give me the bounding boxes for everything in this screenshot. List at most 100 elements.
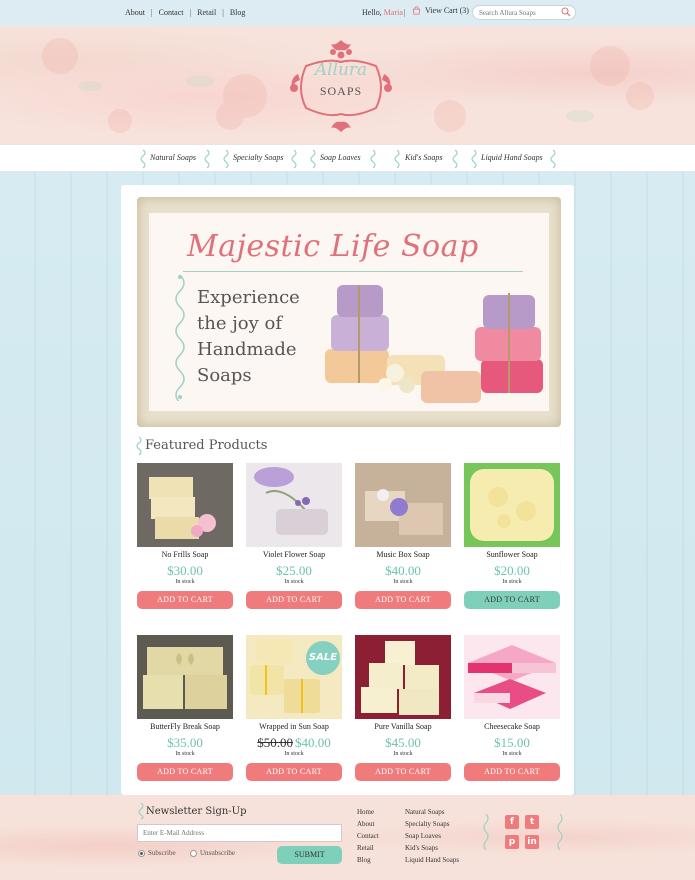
- greeting: Hello, Maria: [362, 8, 403, 17]
- add-to-cart-button[interactable]: ADD TO CART: [464, 763, 560, 781]
- product-price-value: $20.00: [494, 563, 530, 578]
- main-nav: Natural Soaps Specialty Soaps Soap Loave…: [0, 144, 695, 172]
- scroll-ornament-icon: [370, 149, 376, 169]
- top-link-retail[interactable]: Retail: [197, 8, 216, 17]
- add-to-cart-button[interactable]: ADD TO CART: [464, 591, 560, 609]
- product-price: $50.00 $40.00: [246, 735, 342, 750]
- product-price-value: $35.00: [167, 735, 203, 750]
- banner-subtitle-line: Soaps: [197, 365, 252, 386]
- top-link-contact[interactable]: Contact: [159, 8, 184, 17]
- footer-link-contact[interactable]: Contact: [357, 830, 379, 842]
- product-image[interactable]: [464, 463, 560, 547]
- product-price: $15.00: [464, 735, 560, 750]
- subscribe-label: Subscribe: [148, 849, 176, 857]
- logo-text: Allura SOAPS: [288, 38, 394, 134]
- product-image[interactable]: [355, 635, 451, 719]
- unsubscribe-radio[interactable]: Unsubscribe: [190, 849, 235, 857]
- footer-link-about[interactable]: About: [357, 818, 379, 830]
- radio-empty-icon: [190, 849, 197, 857]
- product-image[interactable]: [464, 635, 560, 719]
- shopping-bag-icon: [412, 6, 421, 15]
- product-card: Sunflower Soap $20.00 In stock ADD TO CA…: [464, 463, 560, 609]
- newsletter-title: Newsletter Sign-Up: [146, 806, 247, 817]
- product-price: $45.00: [355, 735, 451, 750]
- footer-link-blog[interactable]: Blog: [357, 854, 379, 866]
- view-cart-link[interactable]: View Cart (3): [412, 6, 469, 15]
- facebook-icon[interactable]: f: [505, 815, 519, 829]
- add-to-cart-button[interactable]: ADD TO CART: [355, 763, 451, 781]
- nav-specialty-soaps[interactable]: Specialty Soaps: [233, 153, 283, 162]
- footer-link-specialty-soaps[interactable]: Specialty Soaps: [405, 818, 459, 830]
- add-to-cart-button[interactable]: ADD TO CART: [246, 763, 342, 781]
- product-name[interactable]: Sunflower Soap: [464, 550, 560, 560]
- add-to-cart-button[interactable]: ADD TO CART: [246, 591, 342, 609]
- view-cart-label: View Cart (3): [425, 6, 469, 15]
- nav-soap-loaves[interactable]: Soap Loaves: [320, 153, 361, 162]
- product-name[interactable]: ButterFly Break Soap: [137, 722, 233, 732]
- banner-paper: Majestic Life Soap Experience the joy of…: [149, 213, 549, 411]
- stock-status: In stock: [393, 751, 413, 757]
- scroll-ornament-icon: [550, 149, 556, 169]
- stock-status: In stock: [284, 751, 304, 757]
- product-card: SALE Wrapped in Sun Soap $50.00 $40.00 In…: [246, 635, 342, 781]
- newsletter-email-input[interactable]: [137, 824, 342, 842]
- pinterest-icon[interactable]: p: [505, 835, 519, 849]
- hero-banner[interactable]: Majestic Life Soap Experience the joy of…: [137, 197, 561, 427]
- banner-subtitle: Experience the joy of Handmade Soaps: [197, 285, 337, 389]
- footer-link-soap-loaves[interactable]: Soap Loaves: [405, 830, 459, 842]
- product-image[interactable]: [137, 635, 233, 719]
- top-link-blog[interactable]: Blog: [230, 8, 246, 17]
- banner-subtitle-line: Handmade: [197, 339, 297, 360]
- search-icon[interactable]: [561, 7, 571, 17]
- footer-links-categories: Natural Soaps Specialty Soaps Soap Loave…: [405, 806, 459, 866]
- scroll-ornament-icon: [452, 149, 458, 169]
- product-name[interactable]: Music Box Soap: [355, 550, 451, 560]
- stock-status: In stock: [284, 579, 304, 585]
- footer-link-retail[interactable]: Retail: [357, 842, 379, 854]
- scroll-ornament-icon: [557, 813, 563, 851]
- stock-status: In stock: [502, 751, 522, 757]
- product-name[interactable]: No Frills Soap: [137, 550, 233, 560]
- stock-status: In stock: [175, 751, 195, 757]
- product-image[interactable]: [246, 463, 342, 547]
- add-to-cart-button[interactable]: ADD TO CART: [137, 763, 233, 781]
- twitter-icon[interactable]: t: [525, 815, 539, 829]
- top-link-about[interactable]: About: [125, 8, 145, 17]
- banner-title: Majestic Life Soap: [187, 229, 479, 264]
- footer-link-natural-soaps[interactable]: Natural Soaps: [405, 806, 459, 818]
- product-name[interactable]: Wrapped in Sun Soap: [246, 722, 342, 732]
- scroll-ornament-icon: [483, 813, 489, 851]
- scroll-ornament-icon: [471, 149, 477, 169]
- footer-link-home[interactable]: Home: [357, 806, 379, 818]
- nav-natural-soaps[interactable]: Natural Soaps: [150, 153, 196, 162]
- cart-separator: |: [404, 8, 406, 17]
- product-price-value: $25.00: [276, 563, 312, 578]
- user-name-link[interactable]: Maria: [384, 8, 403, 17]
- product-card: Cheesecake Soap $15.00 In stock ADD TO C…: [464, 635, 560, 781]
- product-old-price: $50.00: [257, 735, 293, 750]
- footer-links-main: Home About Contact Retail Blog: [357, 806, 379, 866]
- product-image[interactable]: [355, 463, 451, 547]
- scroll-ornament-icon: [204, 149, 210, 169]
- banner-subtitle-line: the joy of: [197, 313, 283, 334]
- footer-link-kids-soaps[interactable]: Kid's Soaps: [405, 842, 459, 854]
- product-price-value: $45.00: [385, 735, 421, 750]
- nav-kids-soaps[interactable]: Kid's Soaps: [405, 153, 443, 162]
- subscribe-radio[interactable]: Subscribe: [138, 849, 176, 857]
- product-price-value: $40.00: [295, 735, 331, 750]
- add-to-cart-button[interactable]: ADD TO CART: [137, 591, 233, 609]
- footer-link-liquid-hand-soaps[interactable]: Liquid Hand Soaps: [405, 854, 459, 866]
- product-name[interactable]: Violet Flower Soap: [246, 550, 342, 560]
- product-name[interactable]: Pure Vanilla Soap: [355, 722, 451, 732]
- product-price-value: $15.00: [494, 735, 530, 750]
- add-to-cart-button[interactable]: ADD TO CART: [355, 591, 451, 609]
- banner-subtitle-line: Experience: [197, 287, 300, 308]
- product-name[interactable]: Cheesecake Soap: [464, 722, 560, 732]
- linkedin-icon[interactable]: in: [525, 835, 539, 849]
- product-price: $40.00: [355, 563, 451, 578]
- product-price: $35.00: [137, 735, 233, 750]
- newsletter-submit-button[interactable]: SUBMIT: [277, 846, 342, 864]
- product-image[interactable]: [137, 463, 233, 547]
- stock-status: In stock: [175, 579, 195, 585]
- nav-liquid-hand-soaps[interactable]: Liquid Hand Soaps: [481, 153, 543, 162]
